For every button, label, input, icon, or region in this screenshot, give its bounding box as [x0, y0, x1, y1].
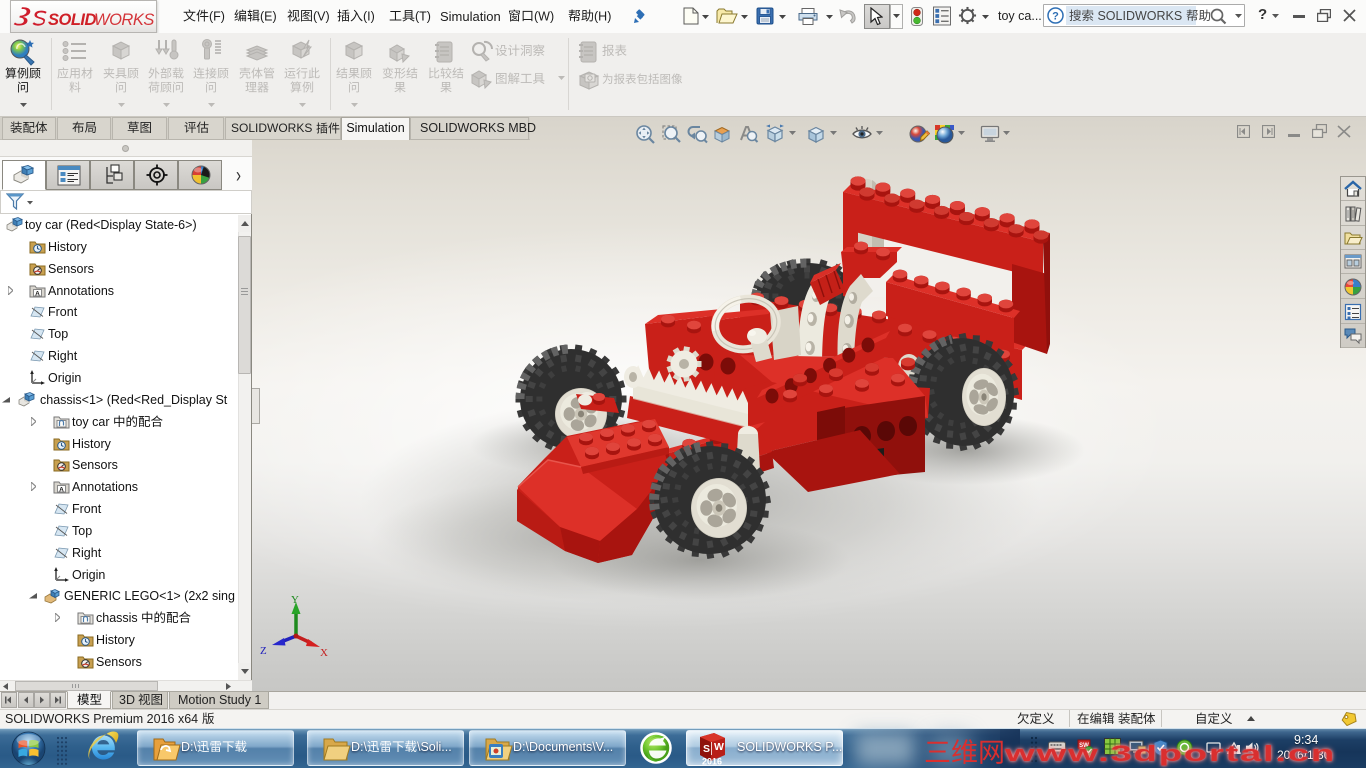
- svg-text:A: A: [35, 290, 40, 297]
- svg-text:SOLID: SOLID: [48, 11, 97, 29]
- svg-text:S: S: [703, 743, 710, 755]
- svg-text:2016: 2016: [702, 757, 722, 767]
- svg-text:A: A: [59, 486, 64, 493]
- svg-text:Z: Z: [260, 645, 267, 657]
- svg-text:?: ?: [1052, 11, 1059, 23]
- svg-text:Y: Y: [291, 594, 299, 606]
- svg-text:W: W: [714, 741, 724, 753]
- svg-text:WORKS: WORKS: [94, 11, 154, 29]
- svg-text:X: X: [320, 647, 328, 658]
